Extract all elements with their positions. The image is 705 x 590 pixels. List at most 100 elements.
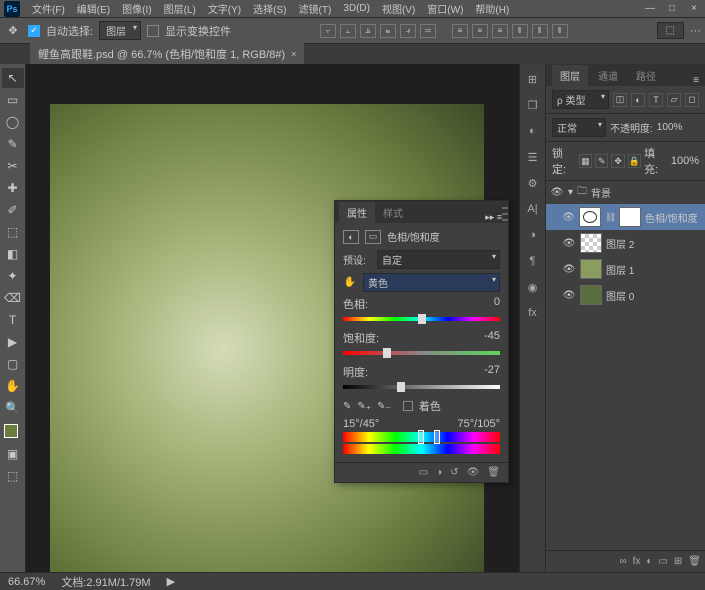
link-layers-icon[interactable]: ∞ — [619, 556, 626, 567]
fill-value[interactable]: 100% — [671, 155, 699, 167]
distribute-vcenter-icon[interactable]: ≡ — [472, 24, 488, 38]
stamp-tool[interactable]: ⬚ — [2, 222, 24, 242]
properties-panel[interactable]: 属性 样式 ▸▸ ≡ ◐ ▭ 色相/饱和度 预设: 自定 ✋ 黄色 色相:0 饱… — [334, 200, 509, 483]
layer-kind-filter[interactable]: ρ 类型 — [552, 90, 609, 109]
dodge-tool[interactable]: ✦ — [2, 266, 24, 286]
chevron-down-icon[interactable]: ▾ — [568, 187, 573, 198]
toggle-visibility-icon[interactable]: 👁 — [467, 467, 480, 478]
window-maximize-button[interactable]: □ — [661, 1, 683, 17]
scrubby-hand-icon[interactable]: ✋ — [343, 276, 357, 290]
window-close-button[interactable]: × — [683, 1, 705, 17]
menu-3d[interactable]: 3D(D) — [337, 1, 376, 16]
eyedropper-plus-icon[interactable]: ✎₊ — [357, 401, 371, 412]
layer-thumbnail[interactable] — [580, 285, 602, 305]
wand-tool[interactable]: ✎ — [2, 134, 24, 154]
tab-styles[interactable]: 样式 — [375, 202, 411, 223]
layer-name[interactable]: 图层 2 — [606, 236, 634, 251]
menu-window[interactable]: 窗口(W) — [421, 0, 469, 18]
trash-icon[interactable]: 🗑 — [688, 556, 701, 567]
visibility-toggle[interactable]: 👁 — [550, 186, 564, 200]
layer-row[interactable]: 👁 图层 0 — [546, 282, 705, 308]
filter-smart-icon[interactable]: ◻ — [685, 93, 699, 107]
blend-mode-dropdown[interactable]: 正常 — [552, 118, 606, 137]
previous-icon[interactable]: ◑ — [436, 467, 442, 478]
paragraph-panel-icon[interactable]: ◑ — [524, 226, 542, 244]
character-panel-icon[interactable]: A| — [524, 200, 542, 218]
align-top-icon[interactable]: ⫟ — [320, 24, 336, 38]
distribute-right-icon[interactable]: ⦀ — [552, 24, 568, 38]
menu-select[interactable]: 选择(S) — [247, 0, 292, 18]
layer-row[interactable]: 👁 图层 2 — [546, 230, 705, 256]
hue-slider[interactable] — [343, 314, 500, 324]
shape-tool[interactable]: ▢ — [2, 354, 24, 374]
gradient-tool[interactable]: ◧ — [2, 244, 24, 264]
menu-type[interactable]: 文字(Y) — [202, 0, 247, 18]
distribute-hcenter-icon[interactable]: ⦀ — [532, 24, 548, 38]
layer-row[interactable]: 👁 图层 1 — [546, 256, 705, 282]
delete-adjustment-icon[interactable]: 🗑 — [487, 467, 500, 478]
show-transform-checkbox[interactable] — [147, 25, 159, 37]
layer-thumbnail[interactable] — [580, 259, 602, 279]
mask-icon[interactable]: ◐ — [646, 556, 652, 567]
menu-file[interactable]: 文件(F) — [26, 0, 71, 18]
visibility-toggle[interactable]: 👁 — [562, 210, 575, 224]
new-adjustment-icon[interactable]: ▭ — [658, 556, 667, 567]
align-right-icon[interactable]: ⫤ — [420, 24, 436, 38]
status-menu-arrow-icon[interactable]: ▶ — [167, 575, 175, 588]
menu-edit[interactable]: 编辑(E) — [71, 0, 116, 18]
document-tab-close-icon[interactable]: × — [291, 49, 296, 59]
align-hcenter-icon[interactable]: ⫣ — [400, 24, 416, 38]
new-layer-icon[interactable]: ⊞ — [674, 556, 682, 567]
saturation-slider[interactable] — [343, 348, 500, 358]
group-name[interactable]: 背景 — [591, 185, 611, 200]
align-bottom-icon[interactable]: ⫡ — [360, 24, 376, 38]
layer-name[interactable]: 色相/饱和度 1 — [645, 210, 701, 225]
type-tool[interactable]: T — [2, 310, 24, 330]
crop-tool[interactable]: ✂ — [2, 156, 24, 176]
align-left-icon[interactable]: ⫢ — [380, 24, 396, 38]
foreground-color-swatch[interactable] — [4, 424, 18, 438]
distribute-left-icon[interactable]: ⦀ — [512, 24, 528, 38]
marquee-tool[interactable]: ▭ — [2, 90, 24, 110]
panel-menu-icon[interactable]: ≡ — [687, 75, 705, 86]
eraser-tool[interactable]: ⌫ — [2, 288, 24, 308]
visibility-toggle[interactable]: 👁 — [562, 288, 576, 302]
tab-paths[interactable]: 路径 — [628, 65, 664, 86]
lightness-slider[interactable] — [343, 382, 500, 392]
window-minimize-button[interactable]: — — [639, 1, 661, 17]
path-tool[interactable]: ▶ — [2, 332, 24, 352]
options-more-icon[interactable]: ··· — [690, 25, 701, 37]
reset-icon[interactable]: ↺ — [450, 467, 458, 478]
swatches-panel-icon[interactable]: ◐ — [524, 122, 542, 140]
menu-image[interactable]: 图像(I) — [116, 0, 157, 18]
tab-channels[interactable]: 通道 — [590, 65, 626, 86]
saturation-value[interactable]: -45 — [484, 330, 500, 346]
layer-name[interactable]: 图层 0 — [606, 288, 634, 303]
filter-pixel-icon[interactable]: ◫ — [613, 93, 627, 107]
expand-panels-icon[interactable]: ⊞ — [524, 70, 542, 88]
color-panel-icon[interactable]: ❐ — [524, 96, 542, 114]
lasso-tool[interactable]: ◯ — [2, 112, 24, 132]
styles-panel-icon[interactable]: ⚙ — [524, 174, 542, 192]
filter-adjust-icon[interactable]: ◐ — [631, 93, 645, 107]
mask-thumbnail[interactable] — [619, 207, 641, 227]
properties-panel-icon[interactable]: ◉ — [524, 278, 542, 296]
clip-icon[interactable]: ▭ — [419, 467, 428, 478]
fx-icon[interactable]: fx — [633, 556, 641, 567]
layer-group[interactable]: 👁 ▾ 🗀 背景 — [546, 181, 705, 204]
layer-thumbnail[interactable] — [580, 233, 602, 253]
tab-layers[interactable]: 图层 — [552, 65, 588, 86]
screenmode-tool[interactable]: ⬚ — [2, 466, 24, 486]
link-icon[interactable]: ⛓ — [605, 212, 615, 223]
color-range-spectrum-bottom[interactable] — [343, 444, 500, 454]
auto-select-checkbox[interactable]: ✓ — [28, 25, 40, 37]
color-range-spectrum-top[interactable] — [343, 432, 500, 442]
zoom-level[interactable]: 66.67% — [8, 576, 45, 588]
adjustments-panel-icon[interactable]: ☰ — [524, 148, 542, 166]
auto-select-dropdown[interactable]: 图层 — [99, 21, 141, 40]
menu-filter[interactable]: 滤镜(T) — [293, 0, 338, 18]
align-vcenter-icon[interactable]: ⫠ — [340, 24, 356, 38]
layer-row[interactable]: 👁 ⛓ 色相/饱和度 1 — [546, 204, 705, 230]
menu-view[interactable]: 视图(V) — [376, 0, 421, 18]
document-size[interactable]: 文档:2.91M/1.79M — [61, 574, 150, 590]
